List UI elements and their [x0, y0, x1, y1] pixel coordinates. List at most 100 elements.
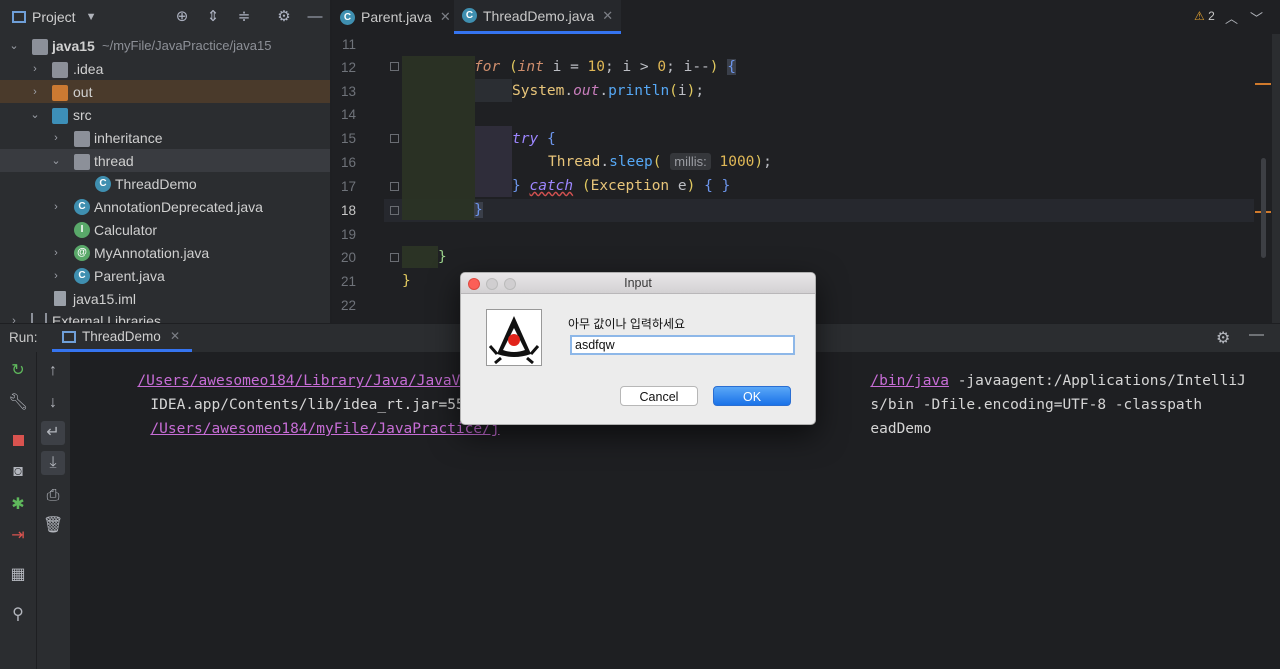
- current-line-highlight: [384, 199, 1254, 222]
- tab-parent-java[interactable]: C Parent.java ✕: [340, 0, 459, 34]
- toolbar-divider: [36, 352, 37, 669]
- soft-wrap-icon[interactable]: ↵: [41, 421, 65, 445]
- tree-item-inheritance[interactable]: › inheritance: [0, 126, 330, 149]
- project-title[interactable]: Project: [32, 9, 76, 25]
- folder-icon: [52, 84, 68, 101]
- dialog-text-input[interactable]: [570, 335, 795, 355]
- tree-item-src[interactable]: ⌄ src: [0, 103, 330, 126]
- pin-icon[interactable]: ⚲: [8, 605, 28, 625]
- line-number: 15: [340, 131, 356, 146]
- minimize-window-button[interactable]: [486, 278, 498, 290]
- tree-item-annotationdeprecated[interactable]: › C AnnotationDeprecated.java: [0, 195, 330, 218]
- tab-label: Parent.java: [361, 9, 432, 25]
- tree-item-java15[interactable]: ⌄ java15 ~/myFile/JavaPractice/java15: [0, 34, 330, 57]
- run-toolbar: ↻ 🔧︎ ◙ ✱ ⇥ ▦ ⚲ ↑ ↓ ↵ ⤓ ⎙ 🗑︎: [0, 352, 70, 669]
- scope-highlight: [475, 79, 512, 102]
- close-icon[interactable]: ✕: [602, 8, 613, 24]
- tree-item-label: .idea: [73, 60, 104, 77]
- line-number: 13: [340, 84, 356, 99]
- exit-icon[interactable]: ⇥: [8, 526, 28, 546]
- chevron-right-icon[interactable]: ›: [28, 86, 42, 98]
- debug-bug-icon[interactable]: ✱: [8, 495, 28, 515]
- fold-marker-icon[interactable]: [390, 206, 399, 215]
- scope-highlight: [402, 246, 438, 268]
- locate-icon[interactable]: ⊕: [173, 8, 191, 26]
- class-icon: C: [74, 199, 90, 215]
- fold-marker-icon[interactable]: [390, 182, 399, 191]
- line-number: 11: [341, 37, 356, 52]
- minimize-icon[interactable]: —: [306, 8, 324, 26]
- gear-icon[interactable]: ⚙: [1216, 328, 1230, 348]
- console-link[interactable]: /Users/awesomeo184/myFile/JavaPractice/j: [150, 421, 499, 437]
- chevron-down-icon[interactable]: ⌄: [28, 108, 42, 121]
- line-number: 20: [340, 250, 356, 265]
- maximize-window-button[interactable]: [504, 278, 516, 290]
- run-label: Run:: [9, 330, 38, 345]
- tree-item-iml[interactable]: java15.iml: [0, 287, 330, 310]
- wrench-icon[interactable]: 🔧︎: [8, 393, 28, 413]
- arrow-down-icon[interactable]: ↓: [43, 393, 63, 413]
- close-icon[interactable]: ✕: [170, 329, 180, 343]
- stop-icon[interactable]: [8, 431, 28, 451]
- chevron-down-icon[interactable]: ▼: [86, 11, 97, 23]
- cancel-button[interactable]: Cancel: [620, 386, 698, 406]
- chevron-right-icon[interactable]: ›: [28, 63, 42, 75]
- tree-item-threaddemo[interactable]: C ThreadDemo: [0, 172, 330, 195]
- scroll-to-end-icon[interactable]: ⤓: [41, 451, 65, 475]
- tree-item-label: java15.iml: [73, 290, 137, 307]
- chevron-right-icon[interactable]: ›: [49, 201, 63, 213]
- gear-icon[interactable]: ⚙: [275, 8, 293, 26]
- tree-item-external-libraries[interactable]: › External Libraries: [0, 309, 330, 324]
- collapse-all-icon[interactable]: ≑: [235, 8, 253, 26]
- line-number: 17: [340, 179, 356, 194]
- folder-icon: [52, 61, 68, 78]
- tree-item-out[interactable]: › out: [0, 80, 330, 103]
- fold-marker-icon[interactable]: [390, 62, 399, 71]
- chevron-down-icon[interactable]: ⌄: [49, 154, 63, 167]
- project-panel: Project ▼ ⊕ ⇕ ≑ ⚙ — ⌄ java15 ~/myFile/Ja…: [0, 0, 331, 323]
- fold-marker-icon[interactable]: [390, 134, 399, 143]
- line-number: 14: [340, 107, 356, 122]
- dialog-titlebar: Input: [461, 273, 815, 294]
- close-window-button[interactable]: [468, 278, 480, 290]
- chevron-right-icon[interactable]: ›: [49, 132, 63, 144]
- chevron-right-icon[interactable]: ›: [49, 270, 63, 282]
- tab-threaddemo-java[interactable]: C ThreadDemo.java ✕: [454, 0, 622, 34]
- tree-item-label: ThreadDemo: [115, 175, 197, 192]
- chevron-down-icon[interactable]: ﹀: [1250, 8, 1263, 27]
- layout-icon[interactable]: ▦: [8, 565, 28, 585]
- close-icon[interactable]: ✕: [440, 9, 451, 25]
- line-number: 19: [340, 227, 356, 242]
- tree-item-label: inheritance: [94, 129, 163, 146]
- code-line-15: try {: [512, 131, 556, 147]
- camera-icon[interactable]: ◙: [8, 462, 28, 482]
- trash-icon[interactable]: 🗑︎: [43, 516, 63, 536]
- tree-item-myannotation[interactable]: › @ MyAnnotation.java: [0, 241, 330, 264]
- dialog-title: Input: [624, 276, 652, 290]
- tree-item-thread[interactable]: ⌄ thread: [0, 149, 330, 172]
- rerun-icon[interactable]: ↻: [8, 361, 28, 381]
- chevron-right-icon[interactable]: ›: [49, 247, 63, 259]
- fold-marker-icon[interactable]: [390, 253, 399, 262]
- tree-item-label: Calculator: [94, 221, 158, 238]
- print-icon[interactable]: ⎙: [43, 486, 63, 506]
- console-icon: [62, 331, 76, 343]
- tree-item-parent[interactable]: › C Parent.java: [0, 264, 330, 287]
- tree-item-idea[interactable]: › .idea: [0, 57, 330, 80]
- run-tab-threaddemo[interactable]: ThreadDemo ✕: [52, 324, 192, 352]
- line-number: 12: [340, 60, 356, 75]
- scope-highlight: [475, 126, 512, 197]
- tree-item-label: External Libraries: [52, 312, 161, 324]
- arrow-up-icon[interactable]: ↑: [43, 361, 63, 381]
- chevron-right-icon[interactable]: ›: [7, 315, 21, 324]
- tree-item-calculator[interactable]: I Calculator: [0, 218, 330, 241]
- warnings-indicator[interactable]: ⚠ 2: [1194, 9, 1215, 23]
- module-folder-icon: [32, 38, 48, 55]
- chevron-down-icon[interactable]: ⌄: [7, 39, 21, 52]
- expand-all-icon[interactable]: ⇕: [204, 8, 222, 26]
- scrollbar-thumb[interactable]: [1261, 158, 1266, 258]
- minimize-icon[interactable]: —: [1249, 326, 1264, 343]
- ok-button[interactable]: OK: [713, 386, 791, 406]
- chevron-up-icon[interactable]: ︿: [1225, 8, 1238, 27]
- scope-highlight: [402, 56, 475, 220]
